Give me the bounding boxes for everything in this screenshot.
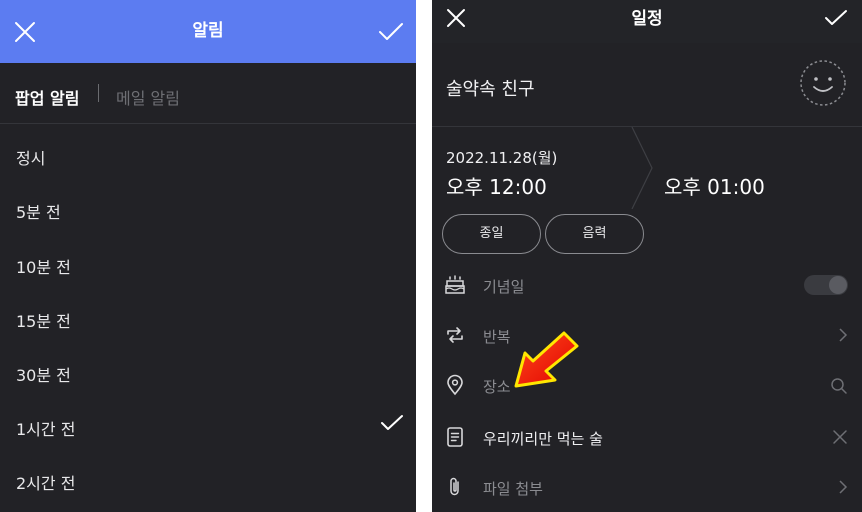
smiley-sticker-icon[interactable]	[799, 59, 847, 107]
tab-mail-alarm[interactable]: 메일 알림	[116, 85, 180, 109]
location-label: 장소	[483, 378, 511, 396]
toggle-knob	[829, 276, 847, 294]
anniversary-row: 기념일	[432, 260, 862, 310]
alarm-option-30min[interactable]: 30분 전	[0, 345, 416, 399]
alarm-option-label: 5분 전	[16, 203, 61, 222]
alarm-option-15min[interactable]: 15분 전	[0, 291, 416, 345]
alarm-panel: 알림 팝업 알림 메일 알림 정시 5분 전 10분 전 15분 전 30분 전…	[0, 0, 416, 512]
repeat-label: 반복	[483, 328, 511, 346]
start-date: 2022.11.28(월)	[446, 149, 558, 167]
red-arrow-annotation-icon	[514, 331, 579, 388]
memo-text: 우리끼리만 먹는 술	[483, 430, 603, 448]
cake-icon	[445, 275, 465, 294]
attachment-row[interactable]: 파일 첨부	[432, 462, 862, 512]
all-day-button[interactable]: 종일	[442, 214, 541, 254]
alarm-option-label: 15분 전	[16, 312, 71, 331]
date-time-row: 2022.11.28(월) 오후 12:00 오후 01:00	[432, 127, 862, 209]
chevron-right-icon	[839, 480, 848, 494]
event-title-input[interactable]: 술약속 친구	[446, 75, 535, 101]
end-time[interactable]: 오후 01:00	[664, 171, 765, 200]
check-icon[interactable]	[378, 22, 404, 42]
schedule-header: 일정	[432, 0, 862, 43]
clear-icon[interactable]	[832, 429, 848, 445]
lunar-calendar-button[interactable]: 음력	[545, 214, 644, 254]
alarm-option-5min[interactable]: 5분 전	[0, 182, 416, 236]
chevron-right-icon	[839, 328, 848, 342]
repeat-row[interactable]: 반복	[432, 310, 862, 360]
alarm-option-label: 10분 전	[16, 258, 71, 277]
alarm-header: 알림	[0, 0, 416, 63]
date-separator-chevron	[631, 127, 653, 209]
memo-icon	[447, 427, 463, 447]
paperclip-icon	[450, 477, 459, 496]
alarm-option-label: 정시	[16, 149, 46, 168]
alarm-option-label: 2시간 전	[16, 474, 76, 493]
alarm-option-label: 1시간 전	[16, 420, 76, 439]
tab-popup-alarm[interactable]: 팝업 알림	[15, 85, 79, 109]
page-title: 일정	[631, 9, 663, 29]
memo-row[interactable]: 우리끼리만 먹는 술	[432, 412, 862, 462]
attachment-label: 파일 첨부	[483, 480, 543, 498]
repeat-icon	[447, 327, 463, 343]
alarm-option-label: 30분 전	[16, 366, 71, 385]
location-pin-icon	[447, 374, 463, 396]
start-time: 오후 12:00	[446, 175, 547, 199]
selected-check-icon	[381, 415, 403, 430]
alarm-option-on-time[interactable]: 정시	[0, 128, 416, 182]
alarm-option-10min[interactable]: 10분 전	[0, 237, 416, 291]
alarm-option-2hour[interactable]: 2시간 전	[0, 453, 416, 507]
anniversary-label: 기념일	[483, 278, 525, 296]
alarm-type-tabs: 팝업 알림 메일 알림	[0, 63, 416, 124]
alarm-option-1hour[interactable]: 1시간 전	[0, 399, 416, 453]
page-title: 알림	[192, 21, 224, 41]
tab-divider	[98, 84, 99, 102]
search-icon[interactable]	[830, 377, 848, 395]
event-title-row: 술약속 친구	[432, 43, 862, 127]
schedule-panel: 일정 술약속 친구 2022.11.28(월) 오후 12:00 오후 01:0…	[432, 0, 862, 512]
anniversary-toggle[interactable]	[804, 275, 848, 295]
location-row[interactable]: 장소	[432, 360, 862, 410]
check-icon[interactable]	[824, 9, 848, 27]
